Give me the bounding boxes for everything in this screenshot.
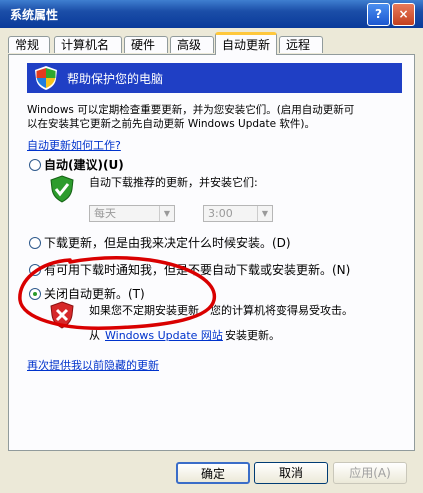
- description-line-1: Windows 可以定期检查重要更新，并为您安装它们。(启用自动更新可: [27, 104, 355, 116]
- from-prefix: 从: [89, 329, 100, 342]
- help-button[interactable]: ?: [367, 3, 390, 26]
- tab-panel: 帮助保护您的电脑 Windows 可以定期检查重要更新，并为您安装它们。(启用自…: [8, 54, 415, 451]
- turn-off-description: 如果您不定期安装更新，您的计算机将变得易受攻击。: [89, 304, 353, 317]
- time-select-value: 3:00: [208, 207, 233, 220]
- notify-label[interactable]: 有可用下载时通知我，但是不要自动下载或安装更新。(N): [44, 261, 350, 278]
- download-radio[interactable]: [29, 237, 41, 249]
- ok-button[interactable]: 确定: [176, 462, 250, 484]
- redisplay-hidden-updates-link[interactable]: 再次提供我以前隐藏的更新: [27, 357, 159, 373]
- turn-off-radio[interactable]: [29, 288, 41, 300]
- tab-hardware[interactable]: 硬件: [124, 36, 168, 53]
- tab-automatic-updates[interactable]: 自动更新: [215, 32, 277, 55]
- tab-advanced[interactable]: 高级: [170, 36, 214, 53]
- notify-radio[interactable]: [29, 264, 41, 276]
- tab-general[interactable]: 常规: [8, 36, 50, 53]
- day-select[interactable]: 每天 ▼: [89, 205, 175, 222]
- automatic-description: 自动下载推荐的更新，并安装它们:: [89, 176, 258, 189]
- description-line-2: 以在安装其它更新之前先自动更新 Windows Update 软件)。: [27, 118, 316, 130]
- red-shield-x-icon: [50, 301, 74, 329]
- green-shield-check-icon: [50, 175, 74, 203]
- tab-computer-name[interactable]: 计算机名: [54, 36, 122, 53]
- automatic-radio[interactable]: [29, 159, 41, 171]
- title-bar: 系统属性 ? ×: [0, 0, 423, 28]
- tab-strip: 常规 计算机名 硬件 高级 自动更新 远程: [8, 32, 418, 55]
- how-updates-work-link[interactable]: 自动更新如何工作?: [27, 137, 121, 153]
- download-label[interactable]: 下载更新，但是由我来决定什么时候安装。(D): [44, 234, 291, 251]
- chevron-down-icon: ▼: [257, 206, 272, 221]
- description-text: Windows 可以定期检查重要更新，并为您安装它们。(启用自动更新可 以在安装…: [27, 103, 412, 131]
- close-button[interactable]: ×: [392, 3, 415, 26]
- chevron-down-icon: ▼: [159, 206, 174, 221]
- day-select-value: 每天: [94, 207, 116, 220]
- tab-remote[interactable]: 远程: [279, 36, 323, 53]
- turn-off-label[interactable]: 关闭自动更新。(T): [44, 285, 145, 302]
- from-suffix: 安装更新。: [225, 329, 280, 342]
- automatic-label[interactable]: 自动(建议)(U): [44, 156, 124, 173]
- cancel-button[interactable]: 取消: [254, 462, 328, 484]
- apply-button[interactable]: 应用(A): [333, 462, 407, 484]
- banner-text: 帮助保护您的电脑: [67, 72, 164, 86]
- windows-update-site-link[interactable]: Windows Update 网站: [105, 327, 223, 343]
- time-select[interactable]: 3:00 ▼: [203, 205, 273, 222]
- windows-security-shield-icon: [35, 66, 57, 90]
- security-banner: 帮助保护您的电脑: [27, 63, 402, 93]
- window-title: 系统属性: [10, 8, 59, 22]
